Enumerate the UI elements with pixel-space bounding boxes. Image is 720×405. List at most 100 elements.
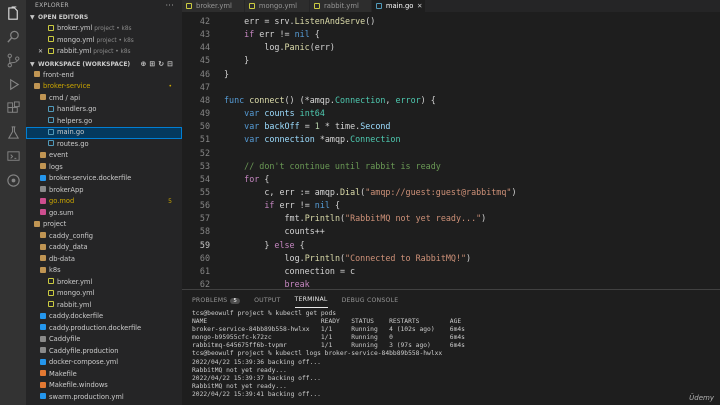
panel-tab-label: OUTPUT [254, 297, 281, 304]
terminal-line: RabbitMQ not yet ready... [192, 366, 287, 374]
tree-item[interactable]: broker.yml [26, 277, 182, 289]
tree-item[interactable]: go.mod 5 [26, 196, 182, 208]
go-mod-icon [40, 197, 46, 204]
tree-item-label: broker.yml [57, 277, 93, 286]
tree-item[interactable]: Caddyfile.production [26, 346, 182, 358]
tree-item[interactable]: event [26, 150, 182, 162]
line-code: c, err := amqp.Dial("amqp://guest:guest@… [224, 186, 516, 199]
workspace-header[interactable]: ▼ WORKSPACE (WORKSPACE) ⊕⊞↻⊟ [26, 59, 182, 70]
open-editor-item[interactable]: mongo.yml project • k8s [26, 35, 182, 47]
line-code: break [224, 278, 310, 289]
search-icon[interactable] [5, 28, 21, 44]
tree-item[interactable]: swarm.production.yml [26, 392, 182, 404]
run-debug-icon[interactable] [5, 76, 21, 92]
panel-tab-debug-console[interactable]: DEBUG CONSOLE [342, 297, 399, 308]
workspace-tools[interactable]: ⊕⊞↻⊟ [141, 59, 176, 70]
close-icon[interactable]: ✕ [417, 0, 422, 12]
tree-item[interactable]: go.sum [26, 208, 182, 220]
terminal-line: 2022/04/22 15:39:41 backing off... [192, 390, 321, 398]
line-number: 61 [199, 265, 210, 276]
tree-item[interactable]: project [26, 219, 182, 231]
open-editor-item[interactable]: ✕ rabbit.yml project • k8s [26, 46, 182, 58]
code-token: else [274, 239, 295, 250]
tree-item[interactable]: broker-service • [26, 81, 182, 93]
extensions-icon[interactable] [5, 100, 21, 116]
tab-rabbit-yml[interactable]: rabbit.yml [310, 0, 372, 12]
tree-item-label: caddy.production.dockerfile [49, 323, 142, 332]
open-editors-header[interactable]: ▼ OPEN EDITORS [26, 12, 182, 23]
code-token: var [244, 121, 260, 132]
open-editor-item[interactable]: broker.yml project • k8s [26, 23, 182, 35]
line-number: 58 [199, 226, 210, 237]
tree-item[interactable]: rabbit.yml [26, 300, 182, 312]
tab-broker-yml[interactable]: broker.yml [182, 0, 245, 12]
code-editor[interactable]: 42 err = srv.ListenAndServe() 43 if err !… [182, 12, 720, 289]
tab-main-go[interactable]: main.go ✕ [371, 0, 427, 12]
tree-item-label: mongo.yml [57, 289, 95, 297]
tree-item[interactable]: docker-compose.yml [26, 357, 182, 369]
tree-item[interactable]: helpers.go [26, 116, 182, 128]
tree-item[interactable]: db-data [26, 254, 182, 266]
close-icon[interactable]: ✕ [38, 46, 43, 58]
tree-item[interactable]: caddy_data [26, 242, 182, 254]
file-icon [40, 335, 46, 342]
code-token: { [329, 200, 341, 211]
code-line: 58 counts++ [182, 225, 720, 238]
code-line: 57 fmt.Println("RabbitMQ not yet ready..… [182, 212, 720, 225]
file-icon [40, 186, 46, 192]
go-file-icon [48, 140, 54, 146]
tree-item[interactable]: routes.go [26, 139, 182, 151]
code-line: 44 log.Panic(err) [182, 41, 720, 54]
remote-explorer-icon[interactable] [5, 148, 21, 164]
panel-tab-label: DEBUG CONSOLE [341, 297, 399, 304]
tab-label: main.go [385, 2, 414, 10]
docker-icon[interactable] [5, 172, 21, 188]
tree-item[interactable]: logs [26, 162, 182, 174]
code-token: Println [304, 213, 340, 224]
tree-item[interactable]: cmd / api [26, 93, 182, 105]
tree-item[interactable]: Makefile [26, 369, 182, 381]
line-code: log.Panic(err) [224, 41, 335, 54]
terminal-line: NAME READY STATUS RESTARTS AGE [192, 318, 462, 326]
panel-tab-problems[interactable]: PROBLEMS 5 [192, 297, 241, 308]
testing-icon[interactable] [5, 124, 21, 140]
panel-tab-terminal[interactable]: TERMINAL [294, 296, 328, 308]
code-line: 45 } [182, 54, 720, 67]
yaml-file-icon [186, 2, 192, 9]
panel-tab-label: PROBLEMS [192, 297, 228, 304]
more-actions-icon[interactable]: ··· [165, 0, 174, 12]
tree-item[interactable]: mongo.yml [26, 288, 182, 300]
open-editors-list: broker.yml project • k8s mongo.yml project … [26, 23, 182, 58]
tree-item[interactable]: caddy.production.dockerfile [26, 323, 182, 335]
source-control-icon[interactable] [5, 52, 21, 68]
tab-mongo-yml[interactable]: mongo.yml [244, 0, 310, 12]
tree-item-label: Makefile.windows [49, 381, 108, 389]
open-editor-path: project • k8s [93, 49, 131, 55]
code-line: 60 log.Println("Connected to RabbitMQ!") [182, 252, 720, 265]
line-code: } else { [224, 239, 304, 252]
tree-item[interactable]: brokerApp [26, 185, 182, 197]
tree-item[interactable]: k8s [26, 265, 182, 277]
tree-item[interactable]: main.go [26, 127, 182, 139]
terminal[interactable]: tcs@beowulf project % kubectl get pods NA… [192, 310, 710, 405]
explorer-title: EXPLORER ··· [35, 0, 174, 12]
line-code: fmt.Println("RabbitMQ not yet ready...") [224, 212, 487, 225]
tree-item-label: broker-service [43, 82, 91, 90]
tree-item[interactable]: caddy_config [26, 231, 182, 243]
panel-tab-output[interactable]: OUTPUT [254, 297, 280, 308]
line-number: 60 [199, 252, 210, 263]
explorer-icon[interactable] [5, 5, 21, 21]
code-token: *amqp. [314, 134, 351, 145]
tree-item[interactable]: caddy.dockerfile [26, 311, 182, 323]
tree-item[interactable]: broker-service.dockerfile [26, 173, 182, 185]
tree-item[interactable]: Makefile.windows [26, 380, 182, 392]
line-number: 62 [199, 279, 210, 289]
line-code: } [224, 68, 229, 81]
tree-item[interactable]: handlers.go [26, 104, 182, 116]
code-line: 61 connection = c [182, 265, 720, 278]
tab-label: mongo.yml [258, 2, 297, 10]
tree-item[interactable]: Caddyfile [26, 334, 182, 346]
tree-item[interactable]: front-end [26, 70, 182, 82]
udemy-watermark: Ūdemy [689, 394, 714, 402]
